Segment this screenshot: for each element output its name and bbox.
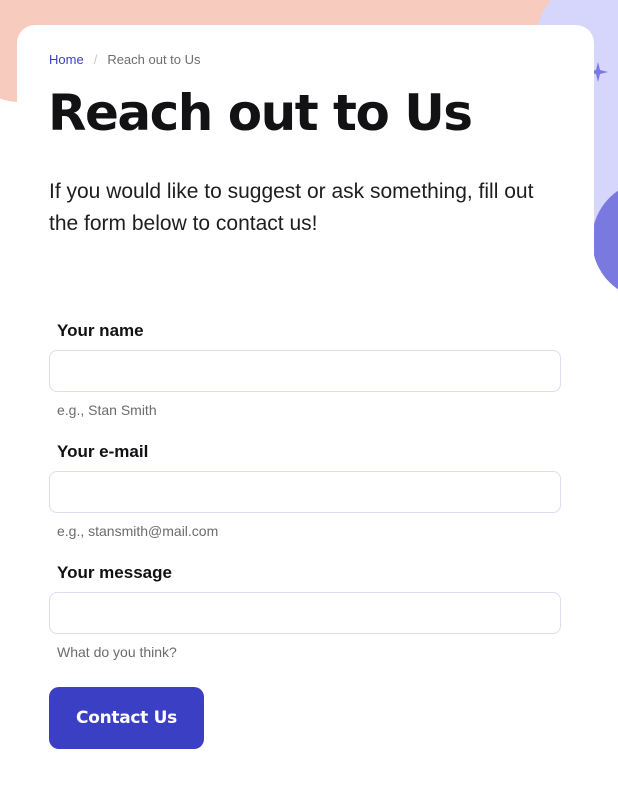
name-field-group: Your name e.g., Stan Smith bbox=[49, 320, 561, 419]
breadcrumb-current: Reach out to Us bbox=[107, 52, 201, 67]
message-label: Your message bbox=[57, 563, 172, 582]
email-label: Your e-mail bbox=[57, 442, 149, 461]
contact-us-button[interactable]: Contact Us bbox=[49, 687, 204, 749]
breadcrumb-home-link[interactable]: Home bbox=[49, 52, 84, 67]
message-hint: What do you think? bbox=[57, 644, 177, 660]
name-hint: e.g., Stan Smith bbox=[57, 402, 157, 418]
contact-form: Your name e.g., Stan Smith Your e-mail e… bbox=[49, 320, 561, 683]
email-field-group: Your e-mail e.g., stansmith@mail.com bbox=[49, 441, 561, 540]
name-input[interactable] bbox=[49, 350, 561, 392]
message-input[interactable] bbox=[49, 592, 561, 634]
name-label: Your name bbox=[57, 321, 144, 340]
page: Home / Reach out to Us Reach out to Us I… bbox=[0, 0, 618, 792]
breadcrumb-separator: / bbox=[93, 52, 98, 67]
email-input[interactable] bbox=[49, 471, 561, 513]
email-hint: e.g., stansmith@mail.com bbox=[57, 523, 219, 539]
intro-text: If you would like to suggest or ask some… bbox=[49, 180, 534, 235]
message-field-group: Your message What do you think? bbox=[49, 562, 561, 661]
page-title: Reach out to Us bbox=[48, 84, 473, 142]
breadcrumb: Home / Reach out to Us bbox=[49, 52, 201, 67]
